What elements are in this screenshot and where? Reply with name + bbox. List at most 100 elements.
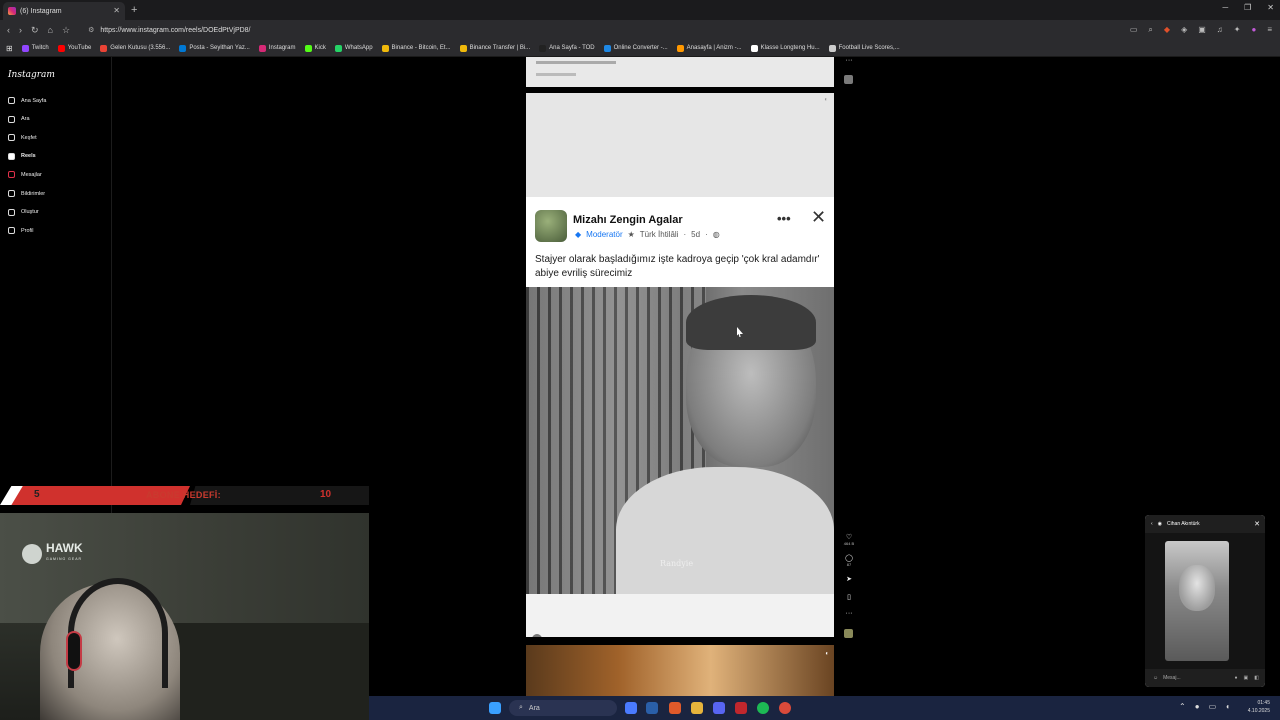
panel-input[interactable]: ☺ Mesaj... ● ▣ ◧ — [1145, 669, 1265, 687]
close-tab-icon[interactable]: ✕ — [113, 6, 120, 15]
close-window-icon[interactable]: ✕ — [1267, 3, 1274, 12]
mute-icon[interactable]: ◐ — [824, 97, 828, 103]
stream-overlay: 5 ABONE HEDEFİ: 10 HAWK GAMING GEAR — [0, 486, 369, 720]
floating-chat-panel[interactable]: ‹ ◉ Cihan Akıntürk ✕ ☺ Mesaj... ● ▣ ◧ — [1145, 515, 1265, 687]
tray-network-icon[interactable]: ▭ — [1209, 702, 1217, 711]
sidebar-item-ara[interactable]: Ara — [8, 115, 30, 123]
bookmark-item[interactable]: Online Converter -... — [603, 44, 668, 52]
bookmark-item[interactable]: Binance Transfer | Bi... — [459, 44, 530, 52]
tab-instagram[interactable]: (6) Instagram ✕ — [3, 2, 125, 20]
panel-input-placeholder: Mesaj... — [1163, 675, 1181, 681]
bookmark-item[interactable]: Anasayfa | Anizm -... — [676, 44, 742, 52]
emoji-icon[interactable]: ☺ — [1153, 675, 1158, 681]
sidebar-item-olu-tur[interactable]: Oluştur — [8, 208, 39, 216]
bookmark-item[interactable]: Posta - Seyithan Yaz... — [179, 44, 250, 52]
home-browser-icon[interactable]: ⌂ — [48, 25, 53, 36]
instagram-logo[interactable]: Instagram — [8, 70, 55, 80]
site-info-icon[interactable]: ⚙ — [88, 26, 94, 34]
explorer-icon[interactable] — [691, 702, 703, 714]
sidebar-item-profil[interactable]: Profil — [8, 227, 34, 235]
discord-icon[interactable] — [713, 702, 725, 714]
bookmark-label: Posta - Seyithan Yaz... — [189, 45, 250, 51]
previous-reel[interactable] — [526, 57, 834, 87]
prev-audio-thumb[interactable] — [844, 75, 853, 84]
profile-browser-icon[interactable]: ● — [1251, 25, 1256, 35]
music-icon[interactable]: ♫ — [1217, 25, 1223, 35]
sidebar-item-ke-fet[interactable]: Keşfet — [8, 134, 37, 142]
ai-icon[interactable]: ✦ — [1234, 25, 1241, 35]
tray-volume-icon[interactable]: ◖ — [1225, 702, 1230, 711]
panel-header: ‹ ◉ Cihan Akıntürk ✕ — [1145, 515, 1265, 533]
sidebar-item-ana-sayfa[interactable]: Ana Sayfa — [8, 97, 46, 104]
reel-more-button[interactable]: ··· — [841, 610, 857, 617]
sidebar-item-mesajlar[interactable]: Mesajlar — [8, 171, 42, 179]
bookmark-item[interactable]: Ana Sayfa - TOD — [539, 44, 595, 52]
copilot-icon[interactable] — [625, 702, 637, 714]
image-icon[interactable]: ▣ — [1244, 675, 1249, 681]
sticker-icon[interactable]: ◧ — [1254, 675, 1259, 681]
url-field[interactable]: ⚙ https://www.instagram.com/reels/DOEdPt… — [80, 22, 1091, 38]
bookmark-item[interactable]: Kick — [304, 44, 326, 52]
back-icon[interactable]: ‹ — [7, 25, 10, 36]
mic-icon[interactable]: ● — [1235, 675, 1238, 681]
spotify-icon[interactable] — [757, 702, 769, 714]
reel-more-top-icon[interactable]: ··· — [841, 57, 857, 64]
restore-icon[interactable]: ❐ — [1244, 3, 1251, 12]
tray-chevron-icon[interactable]: ⌃ — [1179, 702, 1186, 711]
person-hair — [686, 295, 816, 350]
reel-video[interactable]: Randyie — [526, 287, 834, 594]
clock[interactable]: 01:45 4.10.2025 — [1248, 699, 1270, 715]
tray-mic-icon[interactable]: ● — [1195, 702, 1200, 711]
like-button[interactable]: ♡ 464 B — [841, 533, 857, 546]
app-icon[interactable] — [735, 702, 747, 714]
steam-icon[interactable] — [646, 702, 658, 714]
sidebar-item-label: Bildirimler — [21, 190, 46, 197]
goal-current: 5 — [34, 489, 40, 500]
bookmark-item[interactable]: YouTube — [57, 44, 91, 52]
taskbar-search[interactable]: ⌕ Ara — [509, 700, 617, 716]
sidebar-icon[interactable]: ▣ — [1198, 25, 1206, 35]
audio-thumb[interactable] — [844, 629, 853, 638]
next-mute-icon[interactable]: ◐ — [825, 651, 829, 657]
apps-icon[interactable]: ⊞ — [6, 44, 13, 53]
comment-button[interactable]: ◯ 87 — [841, 554, 857, 567]
start-icon[interactable] — [489, 702, 501, 714]
cast-icon[interactable]: ▭ — [1130, 25, 1138, 35]
forward-icon[interactable]: › — [19, 25, 22, 36]
star-icon: ★ — [627, 230, 635, 239]
zoom-icon[interactable]: ⌕ — [1148, 25, 1152, 35]
bookmark-item[interactable]: Instagram — [258, 44, 296, 52]
url-text: https://www.instagram.com/reels/DOEdPtVj… — [100, 26, 251, 34]
shared-post-image[interactable] — [1165, 541, 1229, 661]
minimize-icon[interactable]: ─ — [1222, 3, 1228, 12]
bookmark-favicon-icon — [676, 44, 684, 52]
panel-close-icon[interactable]: ✕ — [1254, 520, 1260, 528]
bookmark-item[interactable]: Klasse Longteng Hu... — [750, 44, 820, 52]
bookmark-item[interactable]: Gelen Kutusu (3.556... — [100, 44, 170, 52]
sidebar-item-reels[interactable]: Reels — [8, 152, 36, 160]
extensions-icon[interactable]: ◈ — [1181, 25, 1187, 35]
group-name: Mizahı Zengin Agalar — [573, 214, 683, 226]
sidebar-item-bildirimler[interactable]: Bildirimler — [8, 190, 45, 197]
shield-icon[interactable]: ◆ — [1164, 25, 1170, 35]
menu-icon[interactable]: ≡ — [1267, 25, 1272, 35]
brave-icon[interactable] — [669, 702, 681, 714]
bookmark-item[interactable]: Binance - Bitcoin, Et... — [381, 44, 451, 52]
bookmark-item[interactable]: Football Live Scores,... — [828, 44, 900, 52]
reload-icon[interactable]: ↻ — [31, 25, 39, 36]
subscriber-goal-banner: 5 ABONE HEDEFİ: 10 — [0, 486, 369, 505]
bookmark-label: Twitch — [31, 45, 49, 51]
reel-card[interactable]: ◐ Mizahı Zengin Agalar ◆ Moderatör ★ Tür… — [526, 93, 834, 637]
bookmark-item[interactable]: Twitch — [21, 44, 49, 52]
share-button[interactable]: ➤ — [841, 575, 857, 583]
moderator-badge-icon: ◆ — [575, 230, 582, 239]
reel-actions: ··· ♡ 464 B ◯ 87 ➤ ▯ ··· — [841, 57, 857, 657]
panel-avatar-icon: ◉ — [1157, 521, 1163, 527]
windows-taskbar: ⌕ Ara ⌃ ● ▭ ◖ 01:45 4.10.2025 — [369, 696, 1280, 720]
chrome-icon[interactable] — [779, 702, 791, 714]
new-tab-button[interactable]: + — [131, 4, 137, 16]
save-button[interactable]: ▯ — [841, 593, 857, 601]
panel-back-icon[interactable]: ‹ — [1151, 521, 1153, 527]
bookmark-item[interactable]: WhatsApp — [334, 44, 373, 52]
bookmark-page-icon[interactable]: ☆ — [62, 25, 70, 36]
